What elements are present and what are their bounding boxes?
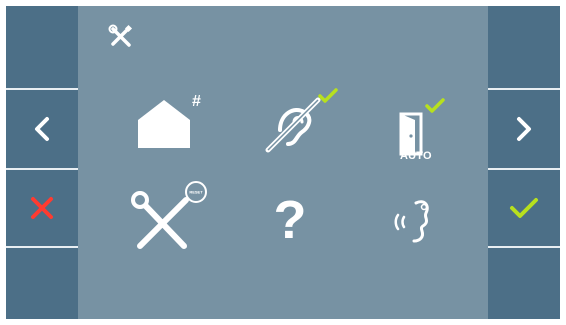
chevron-right-icon xyxy=(515,116,533,142)
check-icon xyxy=(425,97,445,113)
divider xyxy=(6,246,78,248)
voice-icon xyxy=(386,193,450,254)
reset-badge: RESET xyxy=(189,189,203,194)
question-icon: ? xyxy=(273,190,307,250)
divider xyxy=(488,246,560,248)
right-button-column xyxy=(488,6,560,319)
menu-item-help[interactable]: ? xyxy=(258,182,322,258)
confirm-button[interactable] xyxy=(488,170,560,246)
left-button-column xyxy=(6,6,78,319)
menu-item-auto-door[interactable]: AUTO xyxy=(378,86,458,170)
wrench-screwdriver-icon xyxy=(108,24,134,55)
tools-reset-icon: RESET xyxy=(126,180,222,261)
check-icon xyxy=(509,197,539,219)
menu-item-home-number[interactable]: # xyxy=(128,86,208,156)
settings-title-icon xyxy=(106,24,136,54)
next-button[interactable] xyxy=(488,90,560,168)
menu-item-hearing-loop[interactable] xyxy=(252,86,342,160)
close-icon xyxy=(30,196,54,220)
chevron-left-icon xyxy=(33,116,51,142)
cancel-button[interactable] xyxy=(6,170,78,246)
hearing-loop-icon xyxy=(252,84,342,163)
back-button[interactable] xyxy=(6,90,78,168)
menu-item-reset[interactable]: RESET xyxy=(124,180,224,260)
auto-label: AUTO xyxy=(400,150,432,162)
hash-symbol: # xyxy=(192,93,201,110)
monitor-screen: # AUTO RESET ? xyxy=(6,6,560,319)
menu-item-voice[interactable] xyxy=(382,192,454,254)
house-hash-icon: # xyxy=(130,86,206,157)
check-icon xyxy=(318,87,338,103)
